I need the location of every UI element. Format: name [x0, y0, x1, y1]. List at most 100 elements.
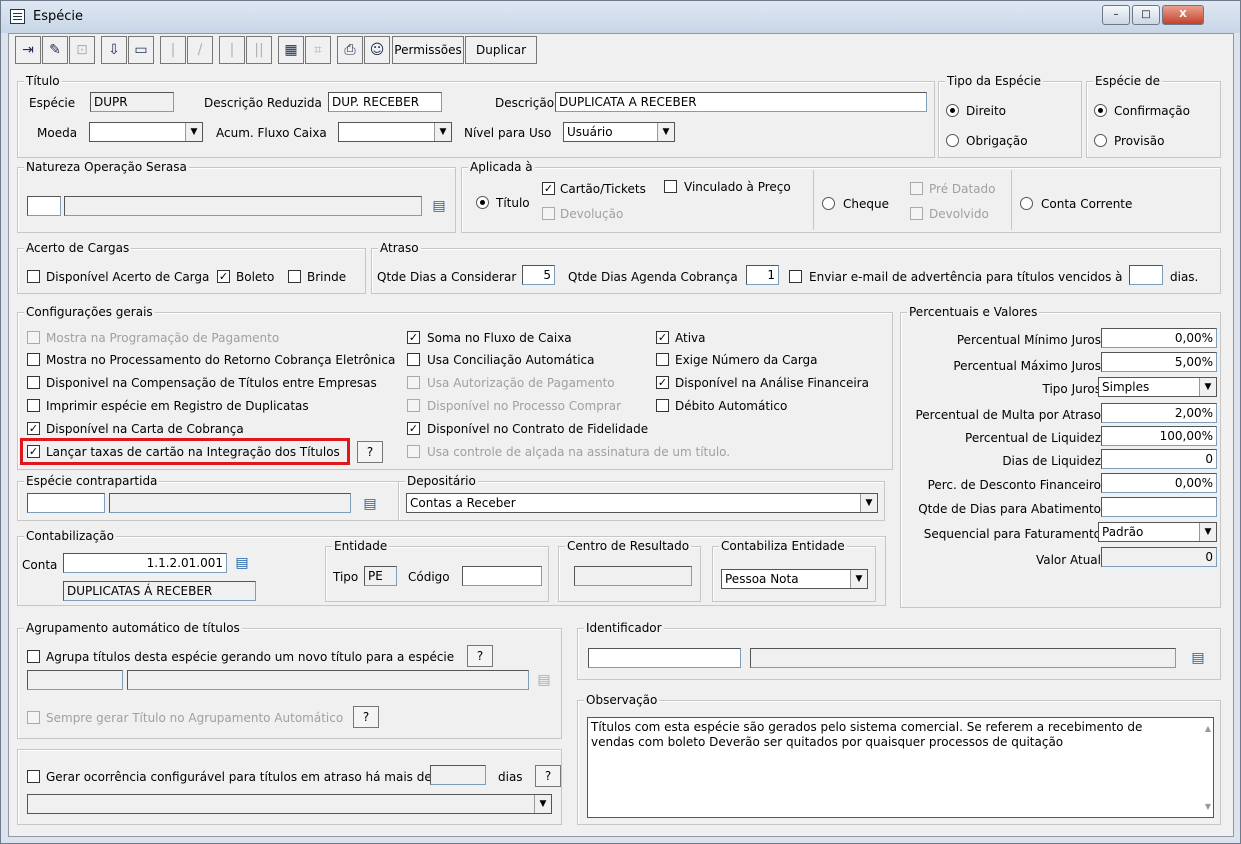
config-c2-checkbox-4[interactable]: ✓	[407, 422, 420, 435]
contrapartida-code-field[interactable]	[27, 493, 105, 513]
identificador-desc-field[interactable]	[750, 648, 1176, 668]
edit-pencil-icon[interactable]: ✎	[42, 36, 68, 64]
config-c3-checkbox-2[interactable]: ✓	[656, 376, 669, 389]
config-c2-checkbox-0[interactable]: ✓	[407, 331, 420, 344]
maximize-button[interactable]: □	[1132, 5, 1160, 25]
config-c1-checkbox-0[interactable]	[27, 331, 40, 344]
moeda-select[interactable]: ▼	[89, 122, 203, 142]
conta-desc-field[interactable]: DUPLICATAS Á RECEBER	[63, 581, 256, 601]
print-icon[interactable]: ⎙	[337, 36, 363, 64]
save-icon[interactable]: ⇩	[101, 36, 127, 64]
depositario-select[interactable]: Contas a Receber ▼	[406, 493, 878, 513]
exit-door-icon[interactable]: ⇥	[15, 36, 41, 64]
sempre-help-button[interactable]: ?	[353, 706, 379, 728]
delete-icon[interactable]: ▭	[128, 36, 154, 64]
ocorrencia-select[interactable]: ▼	[27, 794, 552, 814]
lancar-taxas-help-button[interactable]: ?	[357, 441, 383, 463]
cheque-radio[interactable]	[822, 197, 835, 210]
minimize-button[interactable]: –	[1102, 5, 1130, 25]
perc-max-juros-field[interactable]: 5,00%	[1101, 352, 1217, 372]
perc-min-juros-field[interactable]: 0,00%	[1101, 328, 1217, 348]
descricao-field[interactable]: DUPLICATA A RECEBER	[555, 92, 927, 112]
config-c2-checkbox-2[interactable]	[407, 376, 420, 389]
agrupa-lookup-icon[interactable]: ▤	[534, 670, 554, 690]
prev-record-icon[interactable]: /	[187, 36, 213, 64]
disponivel-acerto-checkbox[interactable]	[27, 270, 40, 283]
contabiliza-entidade-select[interactable]: Pessoa Nota ▼	[721, 569, 868, 589]
cartao-checkbox[interactable]: ✓	[542, 182, 555, 195]
identificador-lookup-icon[interactable]: ▤	[1188, 648, 1208, 668]
config-c2-checkbox-1[interactable]	[407, 353, 420, 366]
conta-field[interactable]: 1.1.2.01.001	[63, 553, 227, 573]
agenda-cobranca-field[interactable]: 1	[746, 265, 779, 285]
config-c3-checkbox-1[interactable]	[656, 353, 669, 366]
dias-abatimento-field[interactable]	[1101, 497, 1217, 517]
last-record-icon[interactable]: ||	[246, 36, 272, 64]
direito-radio[interactable]	[946, 104, 959, 117]
centro-resultado-field[interactable]	[574, 566, 692, 586]
especie-field[interactable]: DUPR	[90, 92, 174, 112]
devolvido-checkbox[interactable]	[910, 207, 923, 220]
pre-datado-checkbox[interactable]	[910, 182, 923, 195]
sequencial-select[interactable]: Padrão ▼	[1098, 522, 1217, 542]
gerar-ocorrencia-checkbox[interactable]	[27, 770, 40, 783]
filter-icon[interactable]: ⌗	[305, 36, 331, 64]
dias-liquidez-field[interactable]: 0	[1101, 449, 1217, 469]
config-c1-checkbox-3[interactable]	[27, 399, 40, 412]
contrapartida-desc-field[interactable]	[109, 493, 351, 513]
serasa-code-field[interactable]	[27, 196, 61, 216]
contrapartida-lookup-icon[interactable]: ▤	[360, 494, 380, 514]
tipo-juros-select[interactable]: Simples ▼	[1098, 377, 1217, 397]
config-c2-checkbox-3[interactable]	[407, 399, 420, 412]
close-button[interactable]: X	[1162, 5, 1204, 25]
grid-view-icon[interactable]: ▦	[278, 36, 304, 64]
perc-multa-field[interactable]: 2,00%	[1101, 403, 1217, 423]
devolucao-checkbox[interactable]	[542, 207, 555, 220]
agrupa-code-field[interactable]	[27, 670, 123, 690]
provisao-radio[interactable]	[1094, 134, 1107, 147]
confirmacao-radio[interactable]	[1094, 104, 1107, 117]
observacao-textarea[interactable]: Títulos com esta espécie são gerados pel…	[587, 717, 1214, 818]
perc-liquidez-field[interactable]: 100,00%	[1101, 426, 1217, 446]
email-dias-field[interactable]	[1129, 265, 1163, 285]
agrupa-checkbox[interactable]	[27, 650, 40, 663]
new-record-icon[interactable]: ⊡	[69, 36, 95, 64]
config-c1-checkbox-4[interactable]: ✓	[27, 422, 40, 435]
config-c3-checkbox-0[interactable]: ✓	[656, 331, 669, 344]
scroll-up-icon[interactable]: ▲	[1205, 721, 1211, 736]
perc-desconto-field[interactable]: 0,00%	[1101, 473, 1217, 493]
config-c2-checkbox-5[interactable]	[407, 445, 420, 458]
obrigacao-radio[interactable]	[946, 134, 959, 147]
config-c3-checkbox-3[interactable]	[656, 399, 669, 412]
acum-fluxo-select[interactable]: ▼	[338, 122, 452, 142]
user-icon[interactable]: ☺	[364, 36, 390, 64]
next-record-icon[interactable]: |	[219, 36, 245, 64]
serasa-desc-field[interactable]	[64, 196, 422, 216]
agrupa-help-button[interactable]: ?	[467, 645, 493, 667]
descricao-reduzida-field[interactable]: DUP. RECEBER	[328, 92, 442, 112]
valor-atual-field[interactable]: 0	[1101, 547, 1217, 567]
enviar-email-checkbox[interactable]	[789, 270, 802, 283]
entidade-tipo-field[interactable]: PE	[364, 566, 397, 586]
duplicar-button[interactable]: Duplicar	[465, 36, 537, 64]
nivel-uso-select[interactable]: Usuário ▼	[563, 122, 675, 142]
config-c1-checkbox-2[interactable]	[27, 376, 40, 389]
conta-lookup-icon[interactable]: ▤	[232, 553, 252, 573]
aplicada-titulo-radio[interactable]	[476, 196, 489, 209]
entidade-codigo-field[interactable]	[462, 566, 542, 586]
first-record-icon[interactable]: |	[160, 36, 186, 64]
permissoes-button[interactable]: Permissões	[392, 36, 464, 64]
identificador-code-field[interactable]	[588, 648, 741, 668]
boleto-checkbox[interactable]: ✓	[217, 270, 230, 283]
qtde-dias-field[interactable]: 5	[522, 265, 555, 285]
agrupa-desc-field[interactable]	[127, 670, 529, 690]
ocorrencia-dias-field[interactable]	[430, 765, 486, 785]
config-c1-checkbox-5[interactable]: ✓	[27, 445, 40, 458]
config-c1-checkbox-1[interactable]	[27, 353, 40, 366]
ocorrencia-help-button[interactable]: ?	[535, 765, 561, 787]
vinculado-checkbox[interactable]	[664, 180, 677, 193]
conta-corrente-radio[interactable]	[1020, 197, 1033, 210]
sempre-gerar-checkbox[interactable]	[27, 711, 40, 724]
scroll-down-icon[interactable]: ▼	[1205, 799, 1211, 814]
serasa-lookup-icon[interactable]: ▤	[429, 196, 449, 216]
